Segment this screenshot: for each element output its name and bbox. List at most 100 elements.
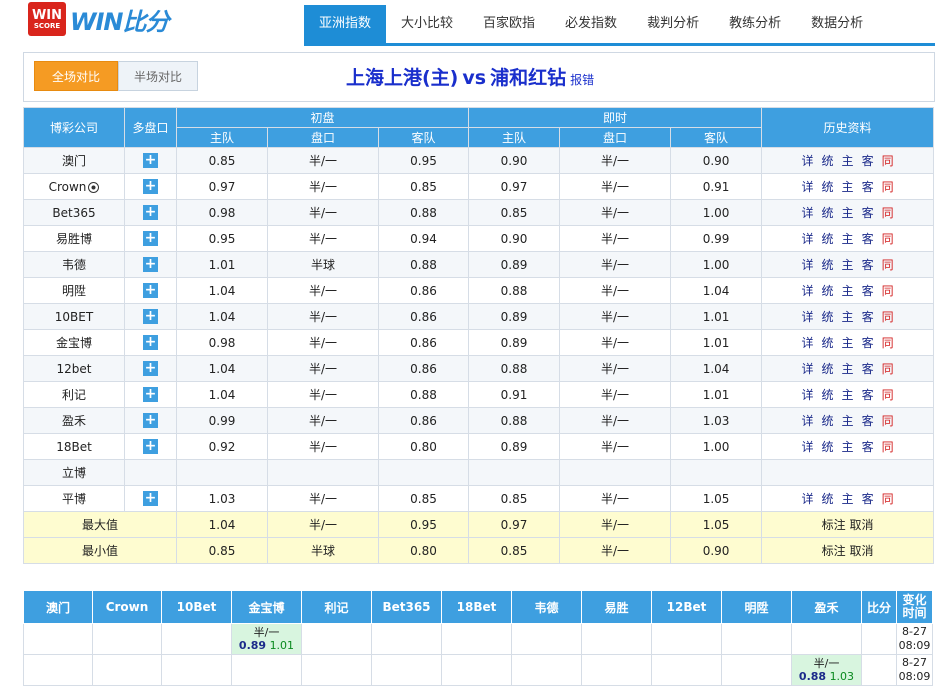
cancel-button[interactable]: 取消 (849, 518, 873, 532)
history-link[interactable]: 主 (842, 490, 854, 507)
history-link[interactable]: 统 (822, 360, 834, 377)
history-link[interactable]: 同 (882, 152, 894, 169)
history-link[interactable]: 详 (802, 360, 814, 377)
history-link[interactable]: 同 (882, 490, 894, 507)
history-link[interactable]: 详 (802, 230, 814, 247)
home-team[interactable]: 上海上港(主) (346, 67, 458, 89)
nav-tab[interactable]: 大小比较 (386, 5, 468, 43)
expand-plus-icon[interactable]: + (143, 413, 158, 428)
expand-plus-icon[interactable]: + (143, 179, 158, 194)
history-link[interactable]: 主 (842, 360, 854, 377)
history-link[interactable]: 同 (882, 256, 894, 273)
history-link[interactable]: 客 (862, 256, 874, 273)
history-link[interactable]: 统 (822, 308, 834, 325)
history-link[interactable]: 同 (882, 334, 894, 351)
company-name[interactable]: 利记 (23, 381, 125, 408)
history-link[interactable]: 主 (842, 438, 854, 455)
away-team[interactable]: 浦和红钻 (490, 67, 566, 89)
history-link[interactable]: 主 (842, 152, 854, 169)
mark-button[interactable]: 标注 (822, 544, 846, 558)
history-link[interactable]: 同 (882, 230, 894, 247)
half-match-button[interactable]: 半场对比 (118, 61, 198, 91)
history-link[interactable]: 统 (822, 412, 834, 429)
history-link[interactable]: 统 (822, 438, 834, 455)
history-link[interactable]: 同 (882, 360, 894, 377)
history-link[interactable]: 详 (802, 178, 814, 195)
company-name[interactable]: 12bet (23, 355, 125, 382)
history-link[interactable]: 主 (842, 256, 854, 273)
history-link[interactable]: 客 (862, 438, 874, 455)
history-link[interactable]: 统 (822, 282, 834, 299)
expand-plus-icon[interactable]: + (143, 153, 158, 168)
history-link[interactable]: 同 (882, 308, 894, 325)
history-link[interactable]: 同 (882, 282, 894, 299)
history-link[interactable]: 详 (802, 334, 814, 351)
company-name[interactable]: 明陞 (23, 277, 125, 304)
history-link[interactable]: 同 (882, 438, 894, 455)
company-name[interactable]: Bet365 (23, 199, 125, 226)
company-name[interactable]: 澳门 (23, 147, 125, 174)
history-link[interactable]: 客 (862, 412, 874, 429)
history-link[interactable]: 主 (842, 386, 854, 403)
mark-button[interactable]: 标注 (822, 518, 846, 532)
expand-plus-icon[interactable]: + (143, 439, 158, 454)
history-link[interactable]: 客 (862, 282, 874, 299)
history-link[interactable]: 详 (802, 438, 814, 455)
history-link[interactable]: 客 (862, 152, 874, 169)
history-link[interactable]: 详 (802, 282, 814, 299)
history-link[interactable]: 主 (842, 178, 854, 195)
company-name[interactable]: 10BET (23, 303, 125, 330)
full-match-button[interactable]: 全场对比 (34, 61, 118, 91)
history-link[interactable]: 客 (862, 334, 874, 351)
nav-tab[interactable]: 教练分析 (714, 5, 796, 43)
expand-plus-icon[interactable]: + (143, 361, 158, 376)
cancel-button[interactable]: 取消 (849, 544, 873, 558)
expand-plus-icon[interactable]: + (143, 283, 158, 298)
company-name[interactable]: 平博 (23, 485, 125, 512)
history-link[interactable]: 客 (862, 178, 874, 195)
nav-tab[interactable]: 百家欧指 (468, 5, 550, 43)
history-link[interactable]: 统 (822, 334, 834, 351)
history-link[interactable]: 统 (822, 152, 834, 169)
history-link[interactable]: 统 (822, 204, 834, 221)
nav-tab[interactable]: 裁判分析 (632, 5, 714, 43)
nav-tab[interactable]: 必发指数 (550, 5, 632, 43)
history-link[interactable]: 客 (862, 308, 874, 325)
history-link[interactable]: 客 (862, 360, 874, 377)
history-link[interactable]: 详 (802, 412, 814, 429)
history-link[interactable]: 同 (882, 386, 894, 403)
history-link[interactable]: 详 (802, 386, 814, 403)
history-link[interactable]: 同 (882, 178, 894, 195)
report-error-link[interactable]: 报错 (570, 73, 594, 87)
history-link[interactable]: 主 (842, 204, 854, 221)
history-link[interactable]: 同 (882, 204, 894, 221)
history-link[interactable]: 统 (822, 230, 834, 247)
history-link[interactable]: 主 (842, 308, 854, 325)
history-link[interactable]: 统 (822, 256, 834, 273)
history-link[interactable]: 统 (822, 178, 834, 195)
company-name[interactable]: 韦德 (23, 251, 125, 278)
company-name[interactable]: 盈禾 (23, 407, 125, 434)
expand-plus-icon[interactable]: + (143, 491, 158, 506)
history-link[interactable]: 同 (882, 412, 894, 429)
company-name[interactable]: Crown (23, 173, 125, 200)
history-link[interactable]: 主 (842, 282, 854, 299)
history-link[interactable]: 主 (842, 334, 854, 351)
history-link[interactable]: 详 (802, 152, 814, 169)
history-link[interactable]: 详 (802, 256, 814, 273)
expand-plus-icon[interactable]: + (143, 387, 158, 402)
history-link[interactable]: 统 (822, 386, 834, 403)
history-link[interactable]: 客 (862, 230, 874, 247)
expand-plus-icon[interactable]: + (143, 205, 158, 220)
company-name[interactable]: 金宝博 (23, 329, 125, 356)
history-link[interactable]: 主 (842, 230, 854, 247)
history-link[interactable]: 客 (862, 490, 874, 507)
history-link[interactable]: 客 (862, 386, 874, 403)
history-link[interactable]: 详 (802, 308, 814, 325)
site-logo[interactable]: WIN SCORE WIN比分 (28, 2, 169, 36)
company-name[interactable]: 易胜博 (23, 225, 125, 252)
expand-plus-icon[interactable]: + (143, 309, 158, 324)
nav-tab[interactable]: 数据分析 (796, 5, 878, 43)
expand-plus-icon[interactable]: + (143, 257, 158, 272)
nav-tab[interactable]: 亚洲指数 (304, 5, 387, 43)
